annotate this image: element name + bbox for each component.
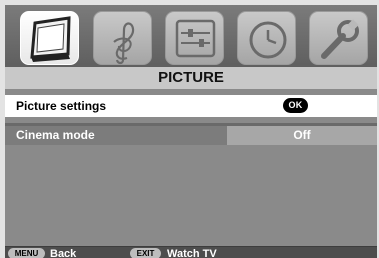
treble-clef-icon [113, 22, 135, 65]
menu-item-cinema-mode[interactable]: Cinema mode Off [5, 123, 377, 145]
clock-icon [249, 21, 287, 59]
cinema-mode-value[interactable]: Off [227, 126, 377, 145]
sliders-icon [175, 19, 216, 58]
menu-item-label: Cinema mode [16, 128, 95, 142]
tv-osd-menu: PICTURE Picture settings OK Cinema mode … [5, 5, 377, 258]
watch-tv-label: Watch TV [167, 248, 217, 258]
tv-screen-icon [30, 16, 71, 62]
wrench-icon [321, 19, 359, 59]
menu-icon-bar [5, 5, 377, 67]
tab-setup[interactable] [165, 11, 224, 65]
tab-tools[interactable] [309, 11, 368, 65]
back-label: Back [50, 248, 77, 258]
footer-bar: MENU Back EXIT Watch TV [5, 246, 377, 258]
tab-sound[interactable] [93, 11, 152, 65]
menu-item-picture-settings[interactable]: Picture settings OK [5, 95, 377, 117]
exit-key-badge: EXIT [130, 248, 161, 258]
tab-timers[interactable] [237, 11, 296, 65]
menu-item-label: Picture settings [16, 99, 107, 113]
menu-key-badge: MENU [8, 248, 45, 258]
ok-button[interactable]: OK [283, 98, 308, 113]
tab-picture[interactable] [20, 11, 79, 65]
page-title: PICTURE [5, 67, 377, 89]
